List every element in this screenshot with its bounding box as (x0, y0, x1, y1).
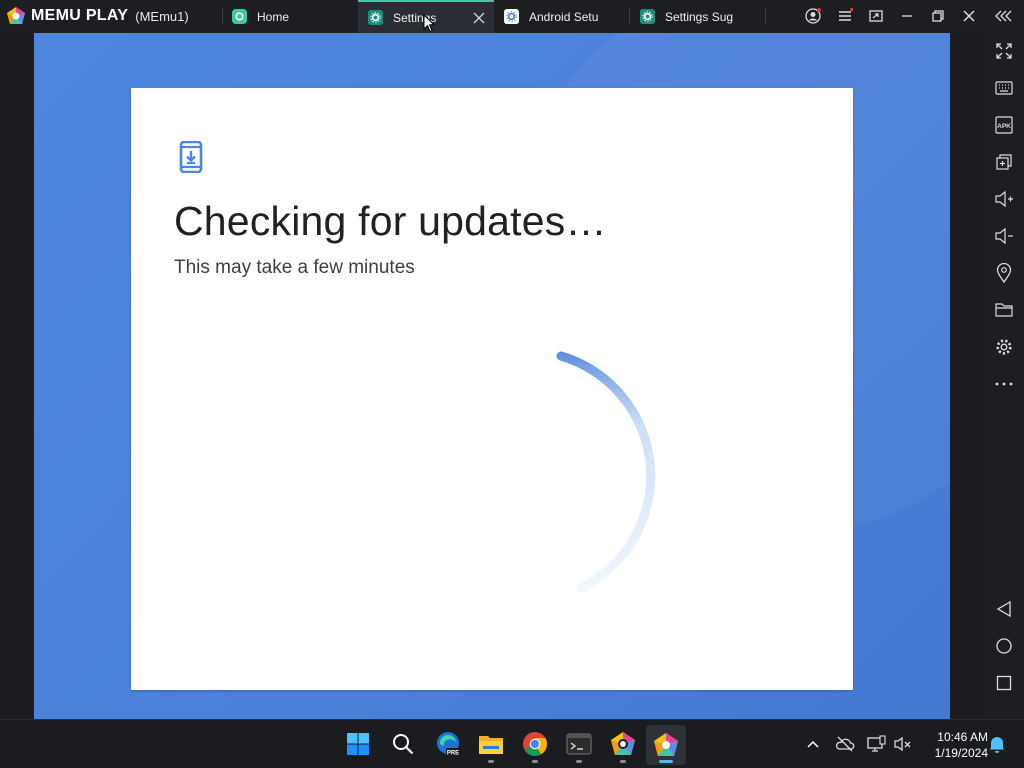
active-indicator (659, 760, 673, 763)
volume-tray[interactable] (893, 734, 913, 754)
tab-settings-suggestions[interactable]: Settings Sug (640, 0, 764, 33)
page-subtitle: This may take a few minutes (174, 257, 415, 278)
settings-gear-icon (640, 9, 655, 24)
network-icon (867, 735, 886, 752)
memu-logo-icon (7, 7, 25, 24)
network-tray[interactable] (866, 734, 886, 754)
taskbar-memu[interactable] (646, 725, 686, 765)
back-icon (996, 600, 1011, 618)
tab-separator (222, 8, 223, 25)
running-indicator (532, 760, 538, 763)
fullscreen-button[interactable] (993, 40, 1015, 62)
tab-home[interactable]: Home (232, 0, 358, 33)
more-icon (995, 382, 1013, 386)
windows-taskbar: PRE 10:46 AM 1/19/2024 (0, 719, 1024, 768)
nav-recents-button[interactable] (993, 672, 1015, 694)
svg-text:APK: APK (997, 123, 1011, 130)
terminal-icon (566, 733, 592, 755)
brand-name: MEMU PLAY (31, 7, 129, 24)
instance-name: (MEmu1) (135, 8, 189, 24)
tab-separator (765, 8, 766, 25)
file-explorer-icon (479, 736, 503, 754)
emulator-sidebar: APK (984, 33, 1024, 719)
multi-window-icon (996, 154, 1012, 170)
keyboard-icon (995, 81, 1013, 95)
apk-button[interactable]: APK (993, 114, 1015, 136)
volume-up-button[interactable] (993, 188, 1015, 210)
folder-button[interactable] (993, 299, 1015, 321)
brand: MEMU PLAY (MEmu1) (6, 6, 189, 26)
tab-label: Home (257, 9, 290, 24)
settings-icon (996, 339, 1012, 355)
running-indicator (620, 760, 626, 763)
close-window-icon[interactable] (961, 8, 977, 24)
chevron-up-icon (807, 740, 819, 748)
fullscreen-icon (996, 43, 1012, 59)
page-title: Checking for updates… (174, 198, 607, 244)
home-app-icon (232, 9, 247, 24)
nav-back-button[interactable] (993, 598, 1015, 620)
clock-date: 1/19/2024 (934, 746, 988, 760)
keyboard-button[interactable] (993, 77, 1015, 99)
collapse-sidebar-icon[interactable] (995, 8, 1012, 24)
tab-android-setup[interactable]: Android Setu (504, 0, 628, 33)
volume-down-button[interactable] (993, 225, 1015, 247)
running-indicator (488, 760, 494, 763)
clock-time: 10:46 AM (937, 730, 988, 744)
memu-icon (654, 733, 678, 756)
home-icon (996, 638, 1012, 654)
android-screen[interactable]: Checking for updates… This may take a fe… (34, 33, 950, 719)
nav-home-button[interactable] (993, 635, 1015, 657)
windows-start-icon (347, 733, 369, 755)
cloud-offline-icon (835, 736, 855, 752)
location-button[interactable] (993, 262, 1015, 284)
settings-gear-icon (368, 10, 383, 25)
multi-window-button[interactable] (993, 151, 1015, 173)
chrome-icon (523, 732, 547, 757)
more-button[interactable] (993, 373, 1015, 395)
taskbar-edge-pre[interactable]: PRE (434, 730, 462, 758)
mouse-cursor-icon (423, 14, 435, 33)
account-icon[interactable] (805, 8, 821, 24)
volume-up-icon (995, 190, 1013, 208)
edge-pre-icon: PRE (437, 732, 460, 757)
setup-card: Checking for updates… This may take a fe… (131, 88, 853, 690)
notifications-tray[interactable] (988, 734, 1008, 754)
volume-down-icon (995, 227, 1013, 245)
search-icon (393, 734, 414, 755)
taskbar-chrome[interactable] (521, 730, 549, 758)
tab-label: Settings Sug (665, 9, 734, 24)
title-bar: MEMU PLAY (MEmu1) Home Settings Android … (0, 0, 1024, 33)
screen-mode-icon[interactable] (868, 8, 884, 24)
loading-spinner (556, 351, 656, 593)
search-button[interactable] (389, 730, 417, 758)
taskbar-file-explorer[interactable] (477, 730, 505, 758)
memu-multi-icon (611, 732, 635, 755)
taskbar-memu-multi[interactable] (609, 730, 637, 758)
tab-separator (629, 8, 630, 25)
minimize-icon[interactable] (899, 8, 915, 24)
running-indicator (576, 760, 582, 763)
location-icon (996, 263, 1012, 283)
menu-icon[interactable] (837, 8, 853, 24)
apk-icon: APK (995, 116, 1013, 134)
settings-button[interactable] (993, 336, 1015, 358)
taskbar-terminal[interactable] (565, 730, 593, 758)
svg-text:PRE: PRE (447, 751, 459, 757)
volume-muted-icon (894, 736, 911, 752)
folder-icon (995, 303, 1013, 317)
close-tab-icon[interactable] (473, 12, 485, 24)
start-button[interactable] (344, 730, 372, 758)
taskbar-clock[interactable]: 10:46 AM 1/19/2024 (920, 729, 988, 761)
recents-icon (996, 675, 1012, 691)
restore-icon[interactable] (930, 8, 946, 24)
show-hidden-icons[interactable] (803, 734, 823, 754)
phone-download-icon (179, 141, 203, 173)
tab-label: Android Setu (529, 9, 599, 24)
onedrive-tray[interactable] (835, 734, 855, 754)
settings-gear-icon (504, 9, 519, 24)
bell-icon (989, 737, 1005, 753)
